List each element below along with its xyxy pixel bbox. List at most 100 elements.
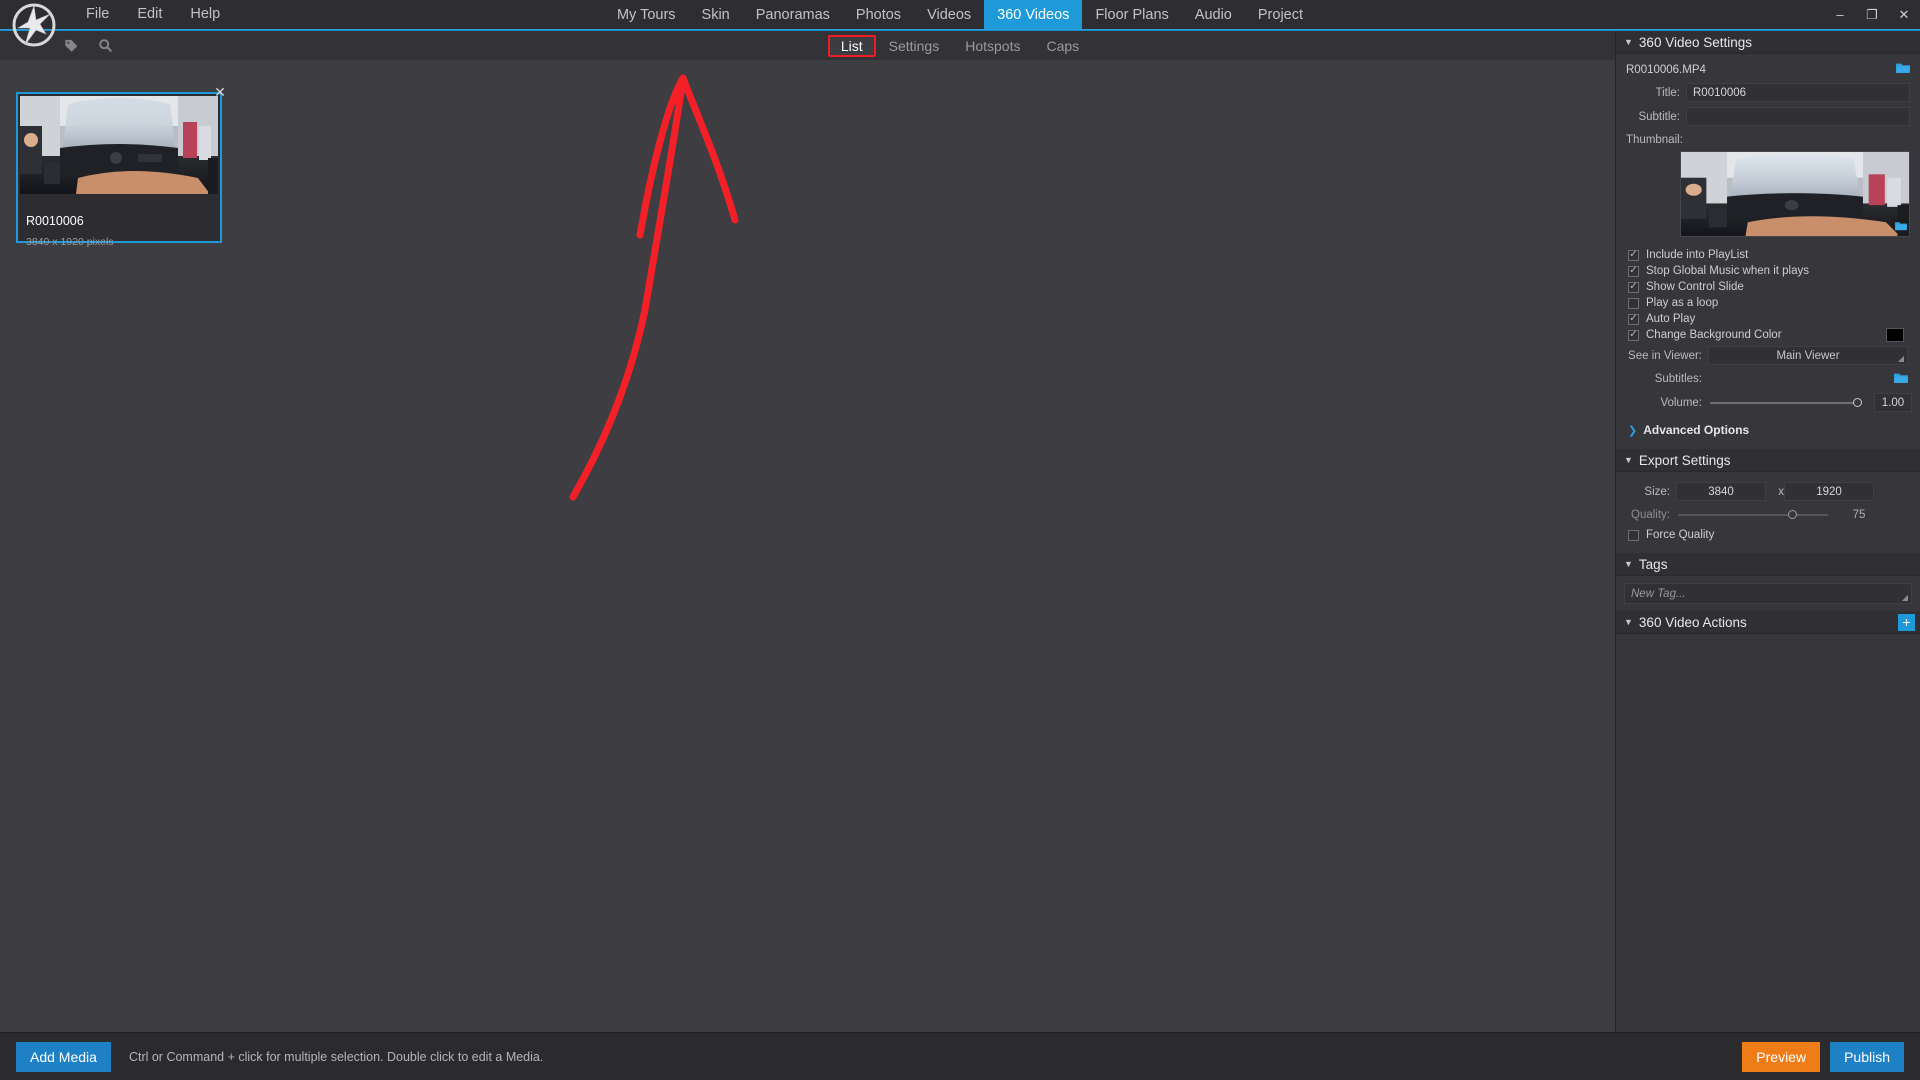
chevron-right-icon[interactable]: ❯ [1628,424,1637,437]
sub-toolbar-icons [62,31,114,60]
checkbox-icon[interactable]: ✓ [1628,281,1639,293]
nav-tab-floor-plans[interactable]: Floor Plans [1082,0,1181,29]
checkbox-icon[interactable]: ✓ [1628,249,1639,261]
section-header-tags[interactable]: ▼ Tags [1616,553,1920,576]
checkbox-label: Show Control Slide [1646,281,1744,293]
subtab-caps[interactable]: Caps [1033,35,1092,57]
size-width-input[interactable]: 3840 [1676,482,1766,501]
media-title: R0010006 [26,214,84,228]
checkbox-icon[interactable]: ✓ [1628,313,1639,325]
quality-slider[interactable] [1678,510,1828,519]
add-action-button[interactable]: + [1898,614,1915,631]
subtitles-browse-folder-icon[interactable] [1894,372,1908,387]
thumbnail-browse-folder-icon[interactable] [1895,221,1907,234]
background-color-swatch[interactable] [1886,328,1904,342]
checkbox-label: Change Background Color [1646,329,1782,341]
preview-button[interactable]: Preview [1742,1041,1821,1072]
nav-tab-videos[interactable]: Videos [914,0,984,29]
checkbox-change-background-color[interactable]: ✓ Change Background Color [1628,328,1912,342]
collapse-caret-icon[interactable]: ▼ [1624,617,1633,627]
minimize-icon[interactable]: – [1824,0,1856,29]
section-header-video-actions[interactable]: ▼ 360 Video Actions + [1616,611,1920,634]
bottom-action-buttons: Preview Publish [1742,1041,1904,1072]
see-in-viewer-label: See in Viewer: [1628,349,1702,362]
subtab-list[interactable]: List [827,34,876,57]
see-in-viewer-row: See in Viewer: Main Viewer ◢ [1624,346,1912,365]
checkbox-include-playlist[interactable]: ✓ Include into PlayList [1628,249,1912,261]
nav-tab-audio[interactable]: Audio [1182,0,1245,29]
volume-slider[interactable] [1710,397,1862,407]
subtitle-row: Subtitle: [1624,107,1912,126]
nav-tab-360-videos[interactable]: 360 Videos [984,0,1083,29]
title-input[interactable]: R0010006 [1686,83,1910,102]
section-body-tags: New Tag... ◢ [1616,576,1920,611]
window-controls: – ❐ ✕ [1824,0,1920,29]
size-separator: x [1778,485,1784,498]
volume-value[interactable]: 1.00 [1874,393,1912,412]
menu-help[interactable]: Help [176,0,234,29]
close-icon[interactable]: ✕ [1888,0,1920,29]
advanced-options-toggle[interactable]: ❯ Advanced Options [1624,417,1912,441]
subtitles-label: Subtitles: [1654,373,1702,385]
nav-tab-my-tours[interactable]: My Tours [604,0,689,29]
section-title-tags: Tags [1638,556,1668,572]
new-tag-placeholder: New Tag... [1631,587,1686,600]
checkbox-label: Force Quality [1646,529,1715,541]
section-title-video-settings: 360 Video Settings [1638,34,1753,50]
thumbnail-label: Thumbnail: [1626,134,1683,146]
section-header-video-settings[interactable]: ▼ 360 Video Settings [1616,31,1920,54]
thumbnail-preview[interactable] [1680,151,1910,237]
see-in-viewer-select[interactable]: Main Viewer ◢ [1708,346,1908,365]
checkbox-icon[interactable]: ✓ [1628,329,1639,341]
browse-file-folder-icon[interactable] [1896,62,1910,77]
new-tag-input[interactable]: New Tag... ◢ [1624,583,1912,604]
dropdown-arrow-icon[interactable]: ◢ [1898,354,1904,363]
section-header-export-settings[interactable]: ▼ Export Settings [1616,449,1920,472]
section-body-export-settings: Size: 3840 x 1920 Quality: 75 Force Qual… [1616,472,1920,553]
section-title-video-actions: 360 Video Actions [1638,614,1747,630]
nav-tab-project[interactable]: Project [1245,0,1316,29]
section-title-export-settings: Export Settings [1638,452,1731,468]
checkbox-play-as-loop[interactable]: Play as a loop [1628,297,1912,309]
filename-row: R0010006.MP4 [1624,60,1912,83]
media-item-card[interactable]: R0010006 3840 x 1920 pixels ✕ [16,84,226,248]
menu-file[interactable]: File [72,0,123,29]
media-thumbnail [20,96,218,194]
dropdown-arrow-icon[interactable]: ◢ [1902,593,1908,602]
checkbox-label: Include into PlayList [1646,249,1749,261]
checkbox-icon[interactable] [1628,529,1639,541]
nav-tab-photos[interactable]: Photos [843,0,914,29]
checkbox-label: Auto Play [1646,313,1696,325]
checkbox-auto-play[interactable]: ✓ Auto Play [1628,313,1912,325]
remove-media-icon[interactable]: ✕ [212,84,228,100]
quality-value: 75 [1852,509,1866,521]
subtab-hotspots[interactable]: Hotspots [952,35,1033,57]
subtitle-input[interactable] [1686,107,1910,126]
volume-slider-knob[interactable] [1853,397,1862,407]
checkbox-stop-global-music[interactable]: ✓ Stop Global Music when it plays [1628,265,1912,277]
quality-slider-knob[interactable] [1788,510,1797,519]
checkbox-show-control-slide[interactable]: ✓ Show Control Slide [1628,281,1912,293]
app-logo-icon [8,0,60,52]
collapse-caret-icon[interactable]: ▼ [1624,559,1633,569]
see-in-viewer-value: Main Viewer [1776,349,1840,362]
collapse-caret-icon[interactable]: ▼ [1624,455,1633,465]
size-height-input[interactable]: 1920 [1784,482,1874,501]
media-dimensions: 3840 x 1920 pixels [26,236,114,248]
checkbox-icon[interactable]: ✓ [1628,265,1639,277]
collapse-caret-icon[interactable]: ▼ [1624,37,1633,47]
nav-tab-skin[interactable]: Skin [689,0,743,29]
nav-tab-panoramas[interactable]: Panoramas [743,0,843,29]
search-icon[interactable] [96,37,114,55]
menu-items: File Edit Help [72,0,234,29]
menu-edit[interactable]: Edit [123,0,176,29]
tag-icon[interactable] [62,37,80,55]
checkbox-force-quality[interactable]: Force Quality [1628,529,1912,541]
maximize-icon[interactable]: ❐ [1856,0,1888,29]
publish-button[interactable]: Publish [1830,1041,1904,1072]
checkbox-icon[interactable] [1628,297,1639,309]
volume-label: Volume: [1660,396,1702,409]
add-media-button[interactable]: Add Media [16,1041,111,1072]
subtitle-label: Subtitle: [1638,110,1680,123]
subtab-settings[interactable]: Settings [876,35,953,57]
